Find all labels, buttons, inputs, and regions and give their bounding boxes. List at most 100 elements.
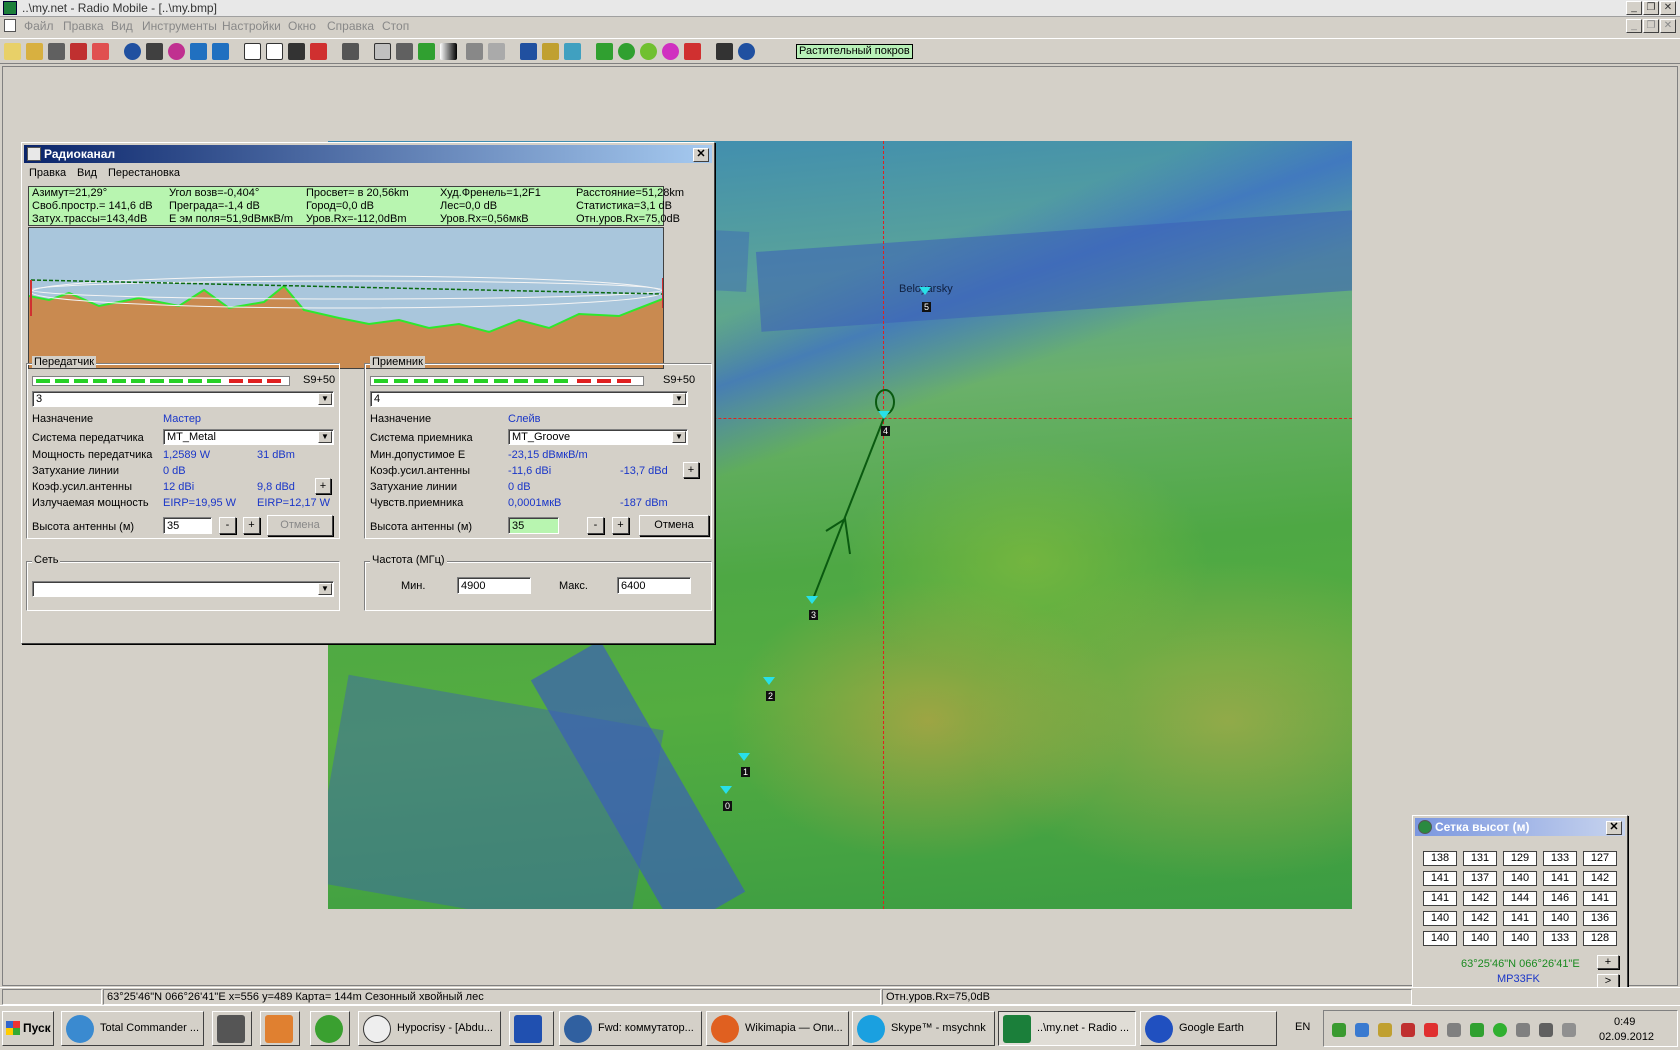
- tx-antenna-height-input[interactable]: [163, 517, 212, 534]
- task-network[interactable]: [509, 1011, 554, 1046]
- app-icon[interactable]: [3, 1, 17, 15]
- task-skype[interactable]: Skype™ - msychnk: [852, 1011, 995, 1046]
- crosshair-icon[interactable]: [564, 43, 581, 60]
- tx-height-plus-button[interactable]: +: [243, 517, 260, 534]
- page-icon[interactable]: [244, 43, 261, 60]
- earth-icon[interactable]: [738, 43, 755, 60]
- shield-icon[interactable]: [1470, 1023, 1484, 1037]
- tray-icon-2[interactable]: [1355, 1023, 1369, 1037]
- person-icon[interactable]: [542, 43, 559, 60]
- menu-edit[interactable]: Правка: [63, 19, 104, 33]
- tray-icon-1[interactable]: [1332, 1023, 1346, 1037]
- menu-help[interactable]: Справка: [327, 19, 374, 33]
- menu-view[interactable]: Вид: [111, 19, 133, 33]
- extract-icon[interactable]: [146, 43, 163, 60]
- task-firefox[interactable]: Wikimapia — Опи...: [706, 1011, 849, 1046]
- terrain-icon[interactable]: [418, 43, 435, 60]
- tx-unit-select[interactable]: 3 ▼: [32, 391, 334, 407]
- unit-marker-3[interactable]: [806, 596, 818, 604]
- start-button[interactable]: Пуск: [2, 1011, 54, 1046]
- dialog-menu-view[interactable]: Вид: [77, 167, 97, 179]
- rx-height-minus-button[interactable]: -: [587, 517, 604, 534]
- unit-marker-4[interactable]: [878, 411, 890, 419]
- dialog-menu-edit[interactable]: Правка: [29, 167, 66, 179]
- gradient-icon[interactable]: [440, 43, 457, 60]
- tx-system-select[interactable]: MT_Metal ▼: [163, 429, 334, 445]
- tray-icon-3[interactable]: [1378, 1023, 1392, 1037]
- new-icon[interactable]: [4, 43, 21, 60]
- print-icon[interactable]: [342, 43, 359, 60]
- radio-icon[interactable]: [716, 43, 733, 60]
- picture-icon[interactable]: [396, 43, 413, 60]
- rx-antenna-height-input[interactable]: [508, 517, 559, 534]
- tx-gain-plus-button[interactable]: +: [315, 478, 331, 494]
- minimize-button[interactable]: _: [1626, 1, 1642, 15]
- antenna-icon[interactable]: [596, 43, 613, 60]
- task-window-app[interactable]: [260, 1011, 300, 1046]
- menu-settings[interactable]: Настройки: [222, 19, 281, 33]
- elevation-grid-titlebar[interactable]: Сетка высот (м) ✕: [1415, 818, 1625, 836]
- close-icon[interactable]: ✕: [693, 148, 709, 162]
- info-icon[interactable]: [1493, 1023, 1507, 1037]
- tray-icon-5[interactable]: [1424, 1023, 1438, 1037]
- interference-icon[interactable]: [662, 43, 679, 60]
- rx-system-select[interactable]: MT_Groove ▼: [508, 429, 688, 445]
- mdi-minimize-button[interactable]: _: [1626, 19, 1642, 33]
- dialog-menu-swap[interactable]: Перестановка: [108, 167, 180, 179]
- elevation-grid-plus-button[interactable]: +: [1597, 955, 1619, 969]
- rx-gain-plus-button[interactable]: +: [683, 462, 699, 478]
- mdi-doc-icon[interactable]: [4, 19, 16, 32]
- open-icon[interactable]: [26, 43, 43, 60]
- menu-stop[interactable]: Стоп: [382, 19, 409, 33]
- network-icon[interactable]: [70, 43, 87, 60]
- mdi-close-button[interactable]: ✕: [1660, 19, 1676, 33]
- globe-icon[interactable]: [124, 43, 141, 60]
- language-indicator[interactable]: EN: [1295, 1021, 1310, 1033]
- task-total-commander[interactable]: Total Commander ...: [61, 1011, 204, 1046]
- radio-link-dialog-titlebar[interactable]: Радиоканал ✕: [24, 145, 712, 163]
- chevron-down-icon[interactable]: ▼: [318, 583, 332, 595]
- speaker-icon[interactable]: [1447, 1023, 1461, 1037]
- tray-icon-4[interactable]: [1401, 1023, 1415, 1037]
- forward-icon[interactable]: [212, 43, 229, 60]
- unit-marker-2[interactable]: [763, 677, 775, 685]
- menu-tools[interactable]: Инструменты: [142, 19, 217, 33]
- task-calculator[interactable]: [212, 1011, 252, 1046]
- clock-time[interactable]: 0:49: [1614, 1016, 1635, 1028]
- map-icon[interactable]: [168, 43, 185, 60]
- freq-min-input[interactable]: [457, 577, 531, 594]
- unit-marker-0[interactable]: [720, 786, 732, 794]
- network-tray-icon[interactable]: [1539, 1023, 1553, 1037]
- task-thunderbird[interactable]: Fwd: коммутатор...: [559, 1011, 702, 1046]
- units-icon[interactable]: [92, 43, 109, 60]
- volume-icon[interactable]: [1562, 1023, 1576, 1037]
- menu-file[interactable]: Файл: [24, 19, 54, 33]
- freq-max-input[interactable]: [617, 577, 691, 594]
- network-select[interactable]: ▼: [32, 581, 334, 597]
- rx-unit-select[interactable]: 4 ▼: [370, 391, 688, 407]
- tx-cancel-button[interactable]: Отмена: [267, 515, 333, 536]
- unit-marker-1[interactable]: [738, 753, 750, 761]
- chevron-down-icon[interactable]: ▼: [318, 393, 332, 405]
- ruler-icon[interactable]: [466, 43, 483, 60]
- clock-date[interactable]: 02.09.2012: [1599, 1031, 1654, 1043]
- film-icon[interactable]: [288, 43, 305, 60]
- copy-icon[interactable]: [266, 43, 283, 60]
- pdf-icon[interactable]: [310, 43, 327, 60]
- chevron-down-icon[interactable]: ▼: [318, 431, 332, 443]
- save-icon[interactable]: [48, 43, 65, 60]
- unit-marker-5[interactable]: [919, 287, 931, 295]
- maximize-button[interactable]: ❐: [1643, 1, 1659, 15]
- chevron-down-icon[interactable]: ▼: [672, 393, 686, 405]
- window-icon[interactable]: [520, 43, 537, 60]
- tx-height-minus-button[interactable]: -: [219, 517, 236, 534]
- close-icon[interactable]: ✕: [1606, 821, 1622, 835]
- task-google-earth[interactable]: Google Earth: [1140, 1011, 1277, 1046]
- clipboard-icon[interactable]: [374, 43, 391, 60]
- flag-icon[interactable]: [1516, 1023, 1530, 1037]
- coverage-icon[interactable]: [618, 43, 635, 60]
- rx-height-plus-button[interactable]: +: [612, 517, 629, 534]
- menu-window[interactable]: Окно: [288, 19, 316, 33]
- task-radio-mobile[interactable]: ..\my.net - Radio ...: [998, 1011, 1136, 1046]
- close-button[interactable]: ✕: [1660, 1, 1676, 15]
